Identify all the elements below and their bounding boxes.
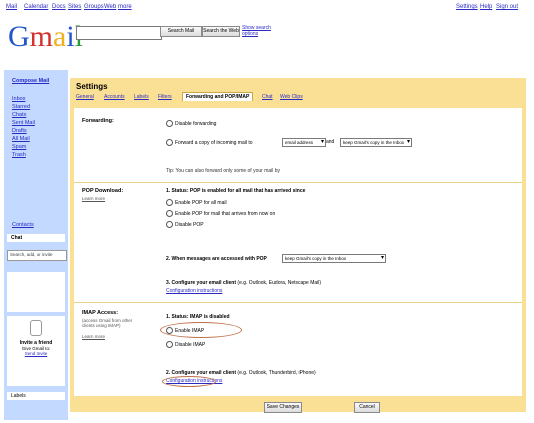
pop-status: 1. Status: POP is enabled for all mail t…: [166, 188, 306, 194]
chat-status-area: [7, 272, 65, 312]
highlight-circle: [160, 322, 242, 338]
settings-title: Settings: [76, 82, 108, 91]
disable-forwarding-radio[interactable]: [166, 120, 173, 127]
settings-link[interactable]: Settings: [456, 4, 478, 10]
forward-email-field[interactable]: email address: [282, 138, 326, 147]
invite-icon: [30, 320, 42, 336]
sidebar-item-contacts[interactable]: Contacts: [12, 222, 34, 228]
sidebar-item-chats[interactable]: Chats: [12, 112, 26, 118]
help-link[interactable]: Help: [480, 4, 492, 10]
invite-box: Invite a friend Give Gmail to: Send Invi…: [7, 316, 65, 386]
compose-mail-link[interactable]: Compose Mail: [12, 78, 49, 84]
imap-disable-option[interactable]: Disable IMAP: [166, 341, 205, 348]
pop-enable-all-radio[interactable]: [166, 199, 173, 206]
sidebar-item-all-mail[interactable]: All Mail: [12, 136, 30, 142]
pop-configuration-link[interactable]: Configuration instructions: [166, 288, 222, 294]
pop-when-accessed: 2. When messages are accessed with POP: [166, 256, 267, 262]
cancel-button[interactable]: Cancel: [354, 402, 380, 413]
top-navigation: Mail Calendar Docs Sites Groups Web more…: [6, 4, 526, 14]
chat-label: Chat: [11, 235, 23, 241]
disable-forwarding-option[interactable]: Disable forwarding: [166, 120, 216, 127]
nav-docs[interactable]: Docs: [52, 4, 66, 10]
forwarding-tip: Tip: You can also forward only some of y…: [166, 168, 281, 174]
settings-tabs: General Accounts Labels Filters Forwardi…: [76, 92, 516, 104]
pop-download-label: POP Download:: [82, 188, 124, 194]
pop-action-select[interactable]: keep Gmail's copy in the Inbox: [282, 254, 386, 263]
search-options-link[interactable]: Show search options: [242, 25, 282, 39]
nav-calendar[interactable]: Calendar: [24, 4, 48, 10]
imap-disable-radio[interactable]: [166, 341, 173, 348]
tab-forwarding-pop-imap[interactable]: Forwarding and POP/IMAP: [182, 92, 254, 101]
nav-groups[interactable]: Groups: [84, 4, 104, 10]
pop-configure: 3. Configure your email client (e.g. Out…: [166, 280, 322, 286]
nav-web[interactable]: Web: [104, 4, 116, 10]
search-web-button[interactable]: Search the Web: [202, 26, 240, 37]
tab-general[interactable]: General: [76, 94, 94, 100]
chat-search-input[interactable]: Search, add, or invite: [7, 250, 67, 261]
tab-web-clips[interactable]: Web Clips: [280, 94, 303, 100]
search-input[interactable]: [76, 26, 162, 40]
save-changes-button[interactable]: Save Changes: [264, 402, 302, 413]
pop-learn-more-link[interactable]: Learn more: [82, 196, 105, 201]
highlight-circle: [162, 376, 216, 387]
pop-disable-option[interactable]: Disable POP: [166, 221, 204, 228]
forward-copy-radio[interactable]: [166, 139, 173, 146]
chat-header: Chat: [7, 234, 65, 242]
gmail-logo[interactable]: Gmail: [8, 20, 83, 60]
nav-more[interactable]: more: [118, 4, 132, 10]
tab-accounts[interactable]: Accounts: [104, 94, 125, 100]
labels-header: Labels: [7, 392, 65, 400]
tab-labels[interactable]: Labels: [134, 94, 149, 100]
pop-enable-now-option[interactable]: Enable POP for mail that arrives from no…: [166, 210, 275, 217]
imap-access-label: IMAP Access:: [82, 310, 119, 316]
search-mail-button[interactable]: Search Mail: [160, 26, 202, 37]
sidebar-item-inbox[interactable]: Inbox: [12, 96, 25, 102]
sidebar: Compose Mail Inbox Starred Chats Sent Ma…: [4, 70, 68, 420]
sidebar-item-trash[interactable]: Trash: [12, 152, 26, 158]
pop-enable-now-radio[interactable]: [166, 210, 173, 217]
section-divider: [74, 182, 522, 183]
forward-and-text: and: [326, 139, 335, 145]
section-divider: [74, 302, 522, 303]
tab-chat[interactable]: Chat: [262, 94, 273, 100]
forward-copy-option[interactable]: Forward a copy of incoming mail to: [166, 139, 253, 146]
imap-learn-more-link[interactable]: Learn more: [82, 334, 105, 339]
sidebar-item-sent[interactable]: Sent Mail: [12, 120, 35, 126]
imap-sub-text: (access Gmail from other clients using I…: [82, 318, 133, 328]
pop-enable-all-option[interactable]: Enable POP for all mail: [166, 199, 227, 206]
sign-out-link[interactable]: Sign out: [496, 4, 518, 10]
nav-mail[interactable]: Mail: [6, 4, 17, 10]
pop-disable-radio[interactable]: [166, 221, 173, 228]
invite-link[interactable]: Send Invite: [7, 351, 65, 356]
settings-panel: [70, 78, 526, 410]
imap-status: 1. Status: IMAP is disabled: [166, 314, 230, 320]
sidebar-item-spam[interactable]: Spam: [12, 144, 26, 150]
tab-filters[interactable]: Filters: [158, 94, 172, 100]
sidebar-item-drafts[interactable]: Drafts: [12, 128, 27, 134]
forwarding-label: Forwarding:: [82, 118, 114, 124]
nav-sites[interactable]: Sites: [68, 4, 81, 10]
sidebar-item-starred[interactable]: Starred: [12, 104, 30, 110]
forward-keep-select[interactable]: keep Gmail's copy in the Inbox: [340, 138, 412, 147]
